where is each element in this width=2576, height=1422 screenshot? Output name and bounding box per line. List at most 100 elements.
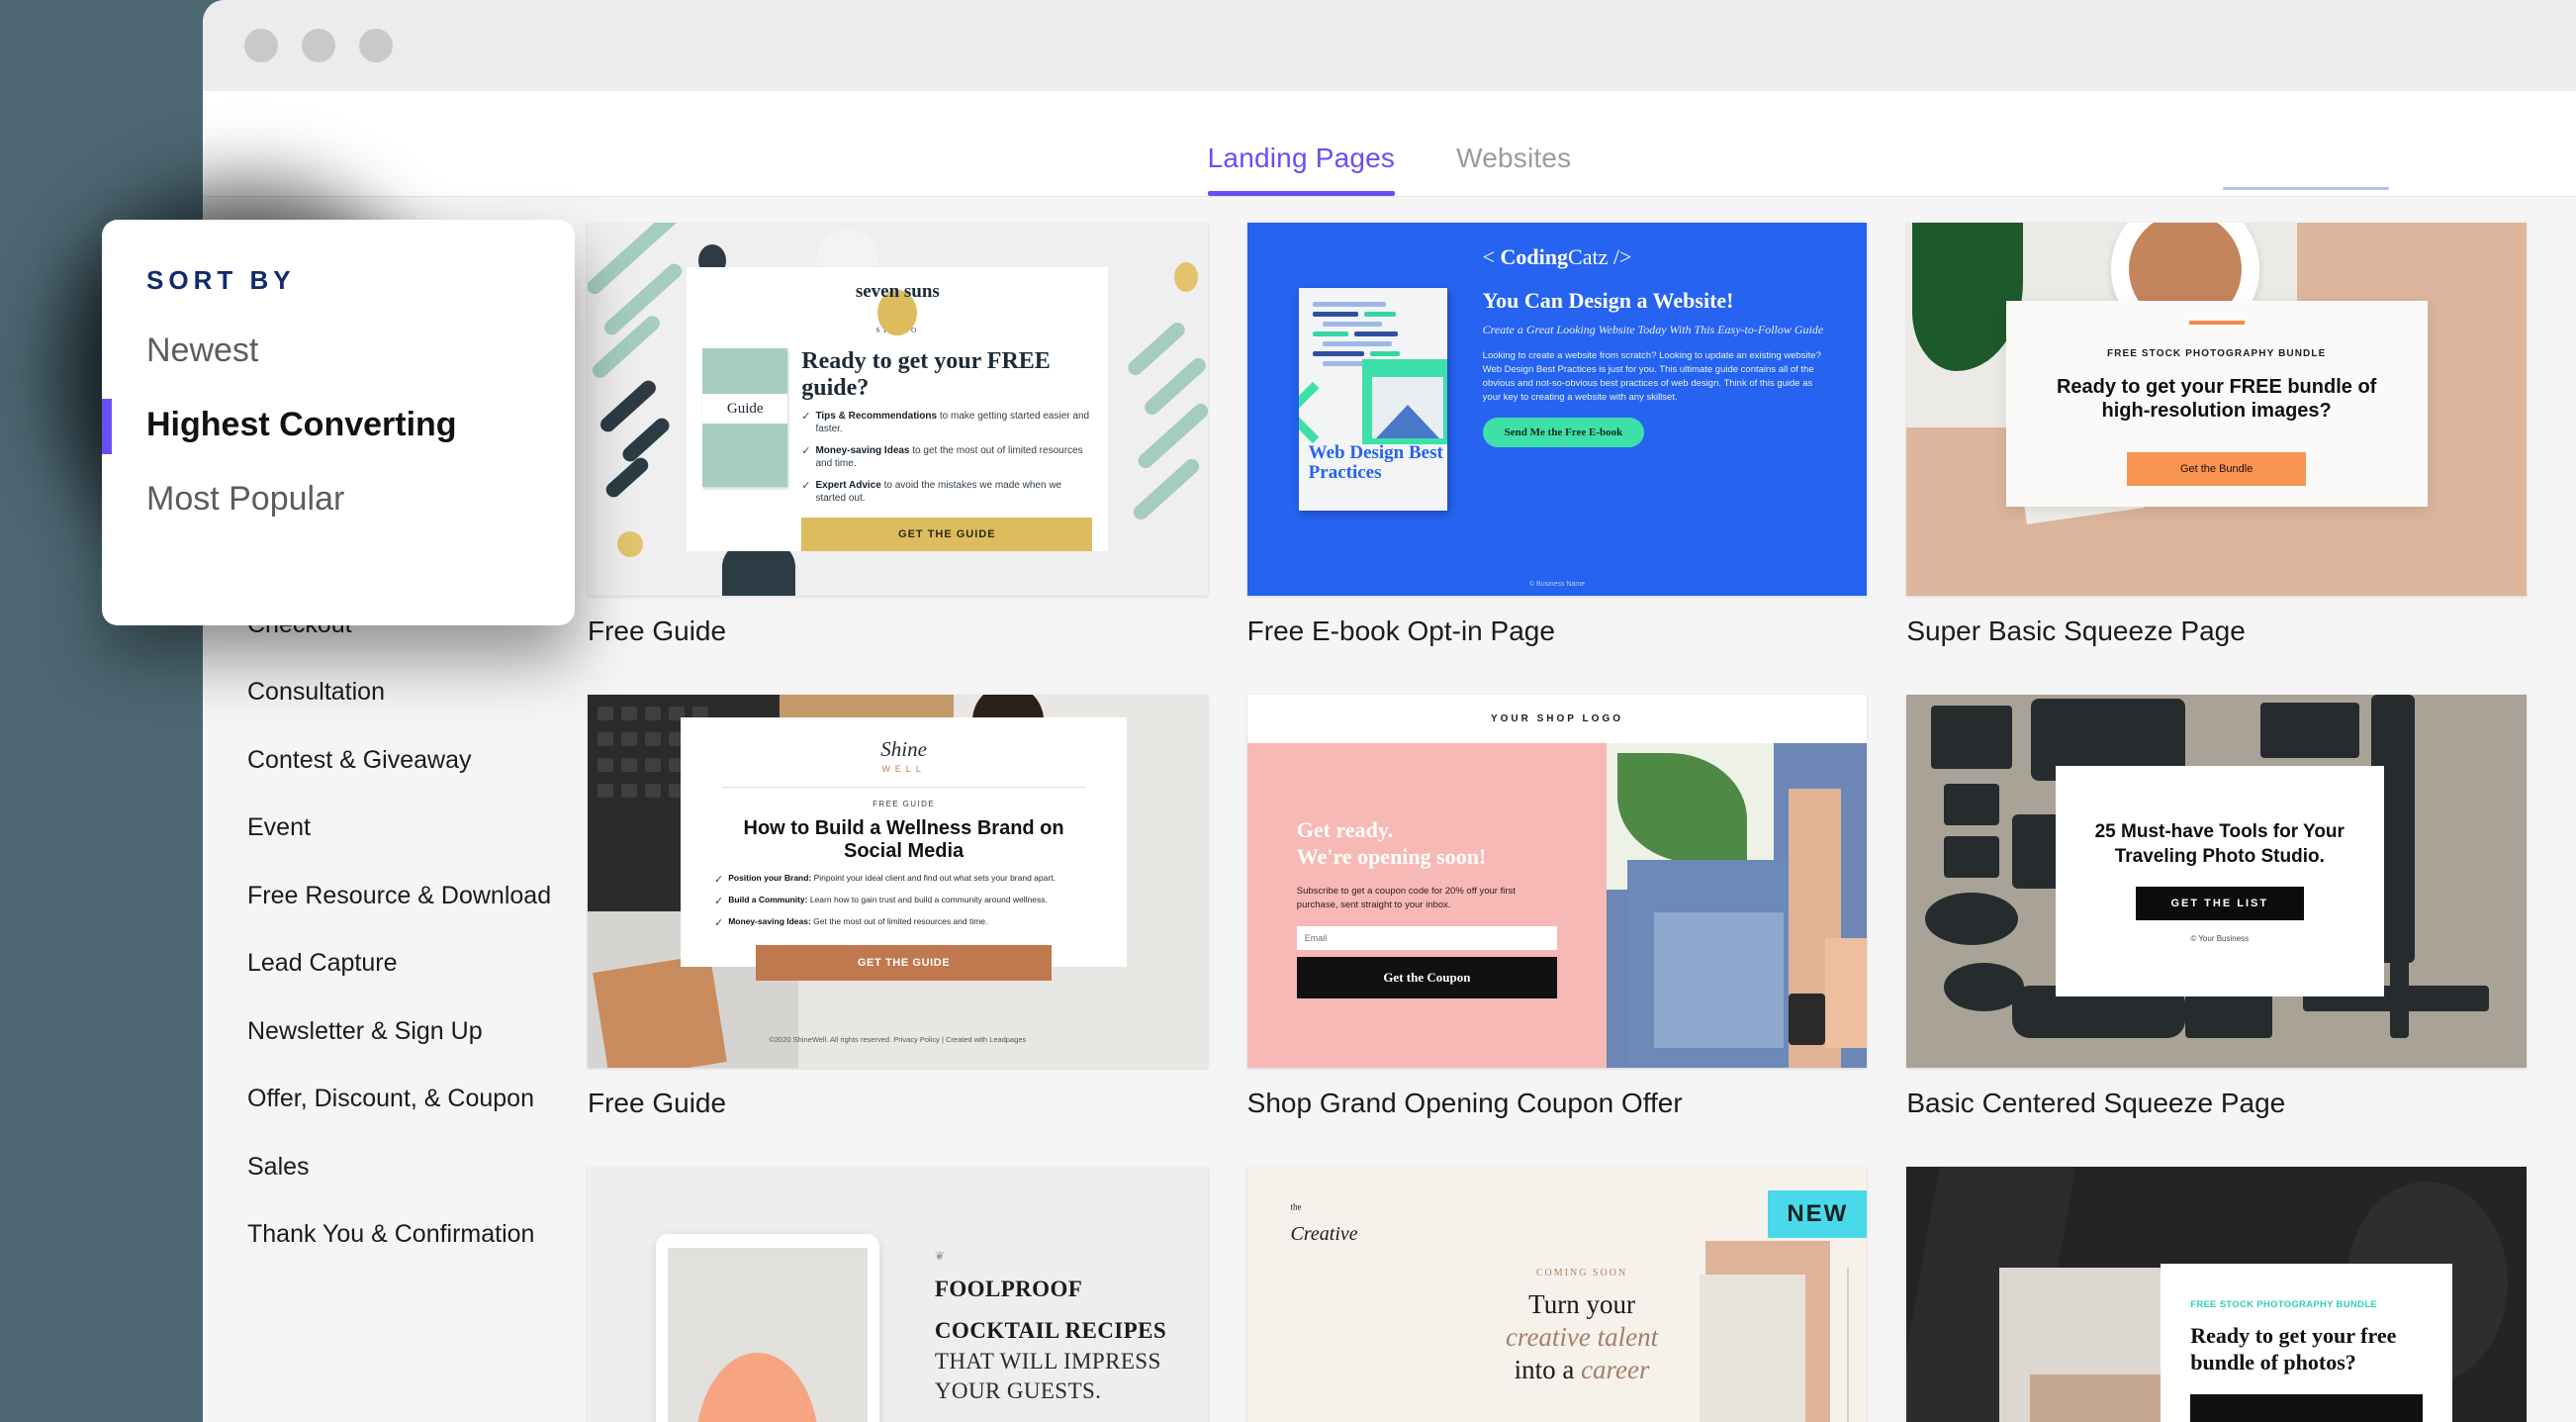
template-thumbnail[interactable]: 25 Must-have Tools for Your Traveling Ph… [1906, 695, 2527, 1068]
preview-free-bundle-photos: FREE STOCK PHOTOGRAPHY BUNDLE Ready to g… [1906, 1167, 2527, 1422]
preview-book-cover: Web Design Best Practices [1298, 288, 1447, 511]
sort-popover: SORT BY Newest Highest Converting Most P… [102, 220, 575, 625]
preview-bullet-bold: Expert Advice [815, 479, 881, 491]
filter-item-sales[interactable]: Sales [247, 1142, 582, 1193]
template-card[interactable]: 25 Must-have Tools for Your Traveling Ph… [1906, 695, 2527, 1149]
template-card[interactable]: FREE STOCK PHOTOGRAPHY BUNDLE Ready to g… [1906, 223, 2527, 677]
preview-logo: Shine [880, 736, 927, 761]
preview-book-cover: Guide [702, 348, 788, 487]
template-thumbnail[interactable]: FREE STOCK PHOTOGRAPHY BUNDLE Ready to g… [1906, 223, 2527, 596]
template-card-title: Basic Centered Squeeze Page [1906, 1088, 2286, 1118]
preview-heading: Ready to get your free bundle of photos? [2190, 1323, 2397, 1375]
check-icon: ✓ [713, 895, 724, 907]
preview-body: Subscribe to get a coupon code for 20% o… [1296, 886, 1516, 911]
preview-heading-line4: YOUR GUESTS. [934, 1378, 1102, 1404]
preview-footer: © Business Name [1528, 581, 1586, 588]
template-card[interactable]: YOUR SHOP LOGO Get ready. We're opening s… [1246, 695, 1868, 1149]
preview-bullet: ✓ Tips & Recommendations to make getting… [801, 410, 1092, 436]
tab-bar: Landing Pages Websites [1207, 142, 1572, 196]
filter-item-thank-you-confirmation[interactable]: Thank You & Confirmation [247, 1209, 582, 1261]
template-card-title: Free E-book Opt-in Page [1246, 616, 1555, 646]
preview-cta-button: Send Me the Free E-book [1482, 417, 1645, 447]
preview-body: Looking to create a website from scratch… [1482, 350, 1821, 403]
template-thumbnail[interactable]: NEW the Creative COMING SOON Turn your cr… [1246, 1167, 1868, 1422]
preview-free-ebook-optin: < CodingCatz /> Web Design Best Practice… [1246, 223, 1868, 596]
preview-cta-button: GET THE GUIDE [755, 944, 1053, 981]
preview-heading: You Can Design a Website! [1482, 288, 1734, 313]
template-thumbnail[interactable]: seven suns STUDIO Guide Ready to get you… [588, 223, 1208, 596]
template-card[interactable]: FREE STOCK PHOTOGRAPHY BUNDLE Ready to g… [1906, 1167, 2527, 1422]
preview-book-title: Web Design Best Practices [1308, 442, 1443, 484]
template-card[interactable]: < CodingCatz /> Web Design Best Practice… [1246, 223, 1868, 677]
template-thumbnail[interactable]: Shine WELL FREE GUIDE How to Build a Wel… [588, 695, 1208, 1068]
preview-bullet-bold: Money-saving Ideas [815, 444, 910, 456]
preview-bullet-bold: Tips & Recommendations [815, 410, 938, 422]
preview-heading-line1: FOOLPROOF [934, 1276, 1083, 1301]
preview-subheading: Create a Great Looking Website Today Wit… [1482, 323, 1824, 337]
filter-item-consultation[interactable]: Consultation [247, 667, 582, 718]
preview-cocktail-recipes: ❦ FOOLPROOF COCKTAIL RECIPES THAT WILL I… [588, 1167, 1208, 1422]
template-card-title: Shop Grand Opening Coupon Offer [1246, 1088, 1683, 1118]
tab-websites[interactable]: Websites [1456, 142, 1571, 196]
filter-item-contest-giveaway[interactable]: Contest & Giveaway [247, 735, 582, 787]
template-thumbnail[interactable]: YOUR SHOP LOGO Get ready. We're opening s… [1246, 695, 1868, 1068]
preview-footer: © Your Business [2190, 934, 2250, 944]
filter-item-free-resource-download[interactable]: Free Resource & Download [247, 871, 582, 922]
preview-basic-centered-squeeze: 25 Must-have Tools for Your Traveling Ph… [1906, 695, 2527, 1068]
template-card[interactable]: ❦ FOOLPROOF COCKTAIL RECIPES THAT WILL I… [588, 1167, 1208, 1422]
template-card[interactable]: NEW the Creative COMING SOON Turn your cr… [1246, 1167, 1868, 1422]
preview-heading: Get ready. We're opening soon! [1296, 817, 1487, 870]
preview-super-basic-squeeze: FREE STOCK PHOTOGRAPHY BUNDLE Ready to g… [1906, 223, 2527, 596]
sort-popover-title: SORT BY [146, 265, 296, 295]
template-card[interactable]: Shine WELL FREE GUIDE How to Build a Wel… [588, 695, 1208, 1149]
preview-kicker: FREE GUIDE [873, 799, 936, 808]
preview-shop-grand-opening: YOUR SHOP LOGO Get ready. We're opening s… [1246, 695, 1868, 1068]
preview-heading: How to Build a Wellness Brand on Social … [743, 816, 1064, 863]
preview-bullet: ✓ Money-saving Ideas to get the most out… [801, 444, 1092, 471]
window-maximize-button[interactable] [359, 29, 393, 62]
preview-bullet: ✓ Expert Advice to avoid the mistakes we… [801, 479, 1092, 506]
preview-cta-button: Get the Coupon [1296, 956, 1557, 998]
window-minimize-button[interactable] [302, 29, 335, 62]
sort-option-newest[interactable]: Newest [146, 332, 575, 370]
preview-cta-button: GET THE LIST [2135, 887, 2305, 921]
template-grid: seven suns STUDIO Guide Ready to get you… [588, 223, 2527, 1422]
preview-heading: Ready to get your FREE guide? [801, 348, 1051, 401]
filter-item-offer-discount-coupon[interactable]: Offer, Discount, & Coupon [247, 1074, 582, 1125]
check-icon: ✓ [801, 479, 811, 492]
search-input[interactable] [2223, 187, 2389, 190]
filter-item-newsletter-sign-up[interactable]: Newsletter & Sign Up [247, 1006, 582, 1058]
preview-kicker: FREE STOCK PHOTOGRAPHY BUNDLE [2106, 348, 2327, 360]
preview-bullet: ✓ Build a Community: Learn how to gain tr… [713, 894, 1048, 907]
template-thumbnail[interactable]: < CodingCatz /> Web Design Best Practice… [1246, 223, 1868, 596]
preview-logo: the Creative [1290, 1201, 1358, 1245]
sort-option-most-popular[interactable]: Most Popular [146, 480, 575, 519]
filter-item-lead-capture[interactable]: Lead Capture [247, 938, 582, 990]
sort-option-highest-converting[interactable]: Highest Converting [102, 399, 575, 454]
preview-cta-button [2190, 1393, 2423, 1422]
check-icon: ✓ [801, 410, 811, 423]
check-icon: ✓ [713, 916, 724, 929]
preview-brand: seven suns [855, 281, 940, 303]
check-icon: ✓ [713, 873, 724, 886]
template-card[interactable]: seven suns STUDIO Guide Ready to get you… [588, 223, 1208, 677]
status-badge-new: NEW [1768, 1190, 1868, 1238]
tab-landing-pages[interactable]: Landing Pages [1207, 142, 1396, 196]
preview-logo: YOUR SHOP LOGO [1490, 713, 1624, 724]
template-thumbnail[interactable]: ❦ FOOLPROOF COCKTAIL RECIPES THAT WILL I… [588, 1167, 1208, 1422]
window-close-button[interactable] [244, 29, 278, 62]
preview-heading-line2: COCKTAIL RECIPES [934, 1318, 1167, 1344]
app-header: Landing Pages Websites [203, 91, 2576, 197]
ornament-icon: ❦ [934, 1248, 946, 1263]
preview-kicker: FREE STOCK PHOTOGRAPHY BUNDLE [2190, 1299, 2377, 1311]
filter-item-event[interactable]: Event [247, 803, 582, 854]
filter-item-list: About & Bio Checkout Consultation Contes… [203, 518, 582, 1261]
preview-heading-line3: THAT WILL IMPRESS [934, 1348, 1161, 1374]
template-card-title: Super Basic Squeeze Page [1906, 616, 2246, 646]
template-thumbnail[interactable]: FREE STOCK PHOTOGRAPHY BUNDLE Ready to g… [1906, 1167, 2527, 1422]
preview-logo: < CodingCatz /> [1482, 244, 1632, 269]
preview-tablet-mockup [655, 1233, 879, 1422]
preview-heading: Turn your creative talent into a career [1505, 1288, 1659, 1384]
preview-free-guide-seven-suns: seven suns STUDIO Guide Ready to get you… [588, 223, 1208, 596]
template-card-title: Free Guide [588, 616, 727, 646]
